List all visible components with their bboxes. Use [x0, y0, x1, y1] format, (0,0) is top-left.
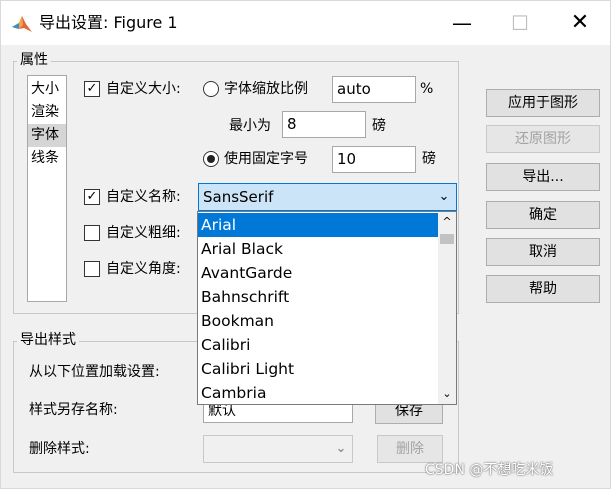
properties-group-label: 属性	[17, 52, 51, 68]
restore-figure-button[interactable]: 还原图形	[486, 125, 600, 153]
save-style-name-label: 样式另存名称:	[29, 402, 118, 418]
minimum-unit: 磅	[372, 118, 386, 134]
list-item-size[interactable]: 大小	[28, 78, 66, 101]
export-style-group-label: 导出样式	[17, 332, 79, 348]
font-option-calibri-light[interactable]: Calibri Light	[198, 357, 438, 381]
export-button[interactable]: 导出...	[486, 163, 600, 191]
custom-size-checkbox[interactable]: ✓	[84, 81, 100, 97]
custom-angle-label: 自定义角度:	[106, 261, 181, 277]
export-settings-window: 导出设置: Figure 1 — ☐ ✕ 属性 大小 渲染 字体 线条 ✓ 自定…	[0, 0, 611, 489]
font-option-arial[interactable]: Arial	[198, 213, 438, 237]
dropdown-scrollbar[interactable]: ^ ⌄	[438, 212, 456, 404]
font-option-bahnschrift[interactable]: Bahnschrift	[198, 285, 438, 309]
close-button[interactable]: ✕	[551, 1, 609, 45]
delete-style-label: 删除样式:	[29, 441, 90, 457]
cancel-button[interactable]: 取消	[486, 238, 600, 266]
custom-size-label: 自定义大小:	[106, 81, 181, 97]
font-scale-input[interactable]: auto	[332, 76, 416, 103]
custom-name-checkbox[interactable]: ✓	[84, 189, 100, 205]
custom-angle-checkbox[interactable]	[84, 261, 100, 277]
font-option-bookman[interactable]: Bookman	[198, 309, 438, 333]
help-button[interactable]: 帮助	[486, 275, 600, 303]
fixed-size-input[interactable]: 10	[332, 146, 416, 173]
font-option-arial-black[interactable]: Arial Black	[198, 237, 438, 261]
custom-weight-label: 自定义粗细:	[106, 225, 181, 241]
minimize-button[interactable]: —	[433, 1, 491, 45]
ok-button[interactable]: 确定	[486, 201, 600, 229]
font-dropdown-list[interactable]: Arial Arial Black AvantGarde Bahnschrift…	[197, 211, 457, 405]
list-item-lines[interactable]: 线条	[28, 147, 66, 170]
minimum-label: 最小为	[229, 118, 271, 134]
matlab-logo-icon	[12, 16, 32, 32]
watermark-text: CSDN @不想吃米饭	[425, 462, 554, 478]
scroll-up-icon[interactable]: ^	[438, 212, 456, 232]
properties-list[interactable]: 大小 渲染 字体 线条	[27, 75, 67, 302]
list-item-rendering[interactable]: 渲染	[28, 101, 66, 124]
list-item-font[interactable]: 字体	[28, 124, 66, 147]
font-option-cambria[interactable]: Cambria	[198, 381, 438, 405]
font-scale-radio[interactable]	[203, 81, 219, 97]
scrollbar-thumb[interactable]	[440, 234, 454, 244]
apply-to-figure-button[interactable]: 应用于图形	[486, 89, 600, 117]
maximize-button[interactable]: ☐	[491, 1, 549, 45]
title-bar: 导出设置: Figure 1 — ☐ ✕	[1, 1, 610, 45]
load-settings-label: 从以下位置加载设置:	[29, 364, 160, 380]
chevron-down-icon[interactable]: ⌄	[434, 185, 454, 209]
custom-name-label: 自定义名称:	[106, 189, 181, 205]
fixed-size-label: 使用固定字号	[224, 151, 308, 167]
fixed-size-radio[interactable]	[203, 151, 219, 167]
custom-weight-checkbox[interactable]	[84, 225, 100, 241]
fixed-size-unit: 磅	[422, 151, 436, 167]
window-title: 导出设置: Figure 1	[39, 13, 178, 32]
font-option-avantgarde[interactable]: AvantGarde	[198, 261, 438, 285]
scroll-down-icon[interactable]: ⌄	[438, 384, 456, 404]
minimum-size-input[interactable]: 8	[282, 111, 366, 138]
font-scale-label: 字体缩放比例	[224, 81, 308, 97]
font-name-combobox[interactable]: SansSerif	[198, 183, 457, 211]
chevron-down-icon[interactable]: ⌄	[331, 437, 351, 461]
font-option-calibri[interactable]: Calibri	[198, 333, 438, 357]
percent-unit: %	[420, 81, 434, 97]
